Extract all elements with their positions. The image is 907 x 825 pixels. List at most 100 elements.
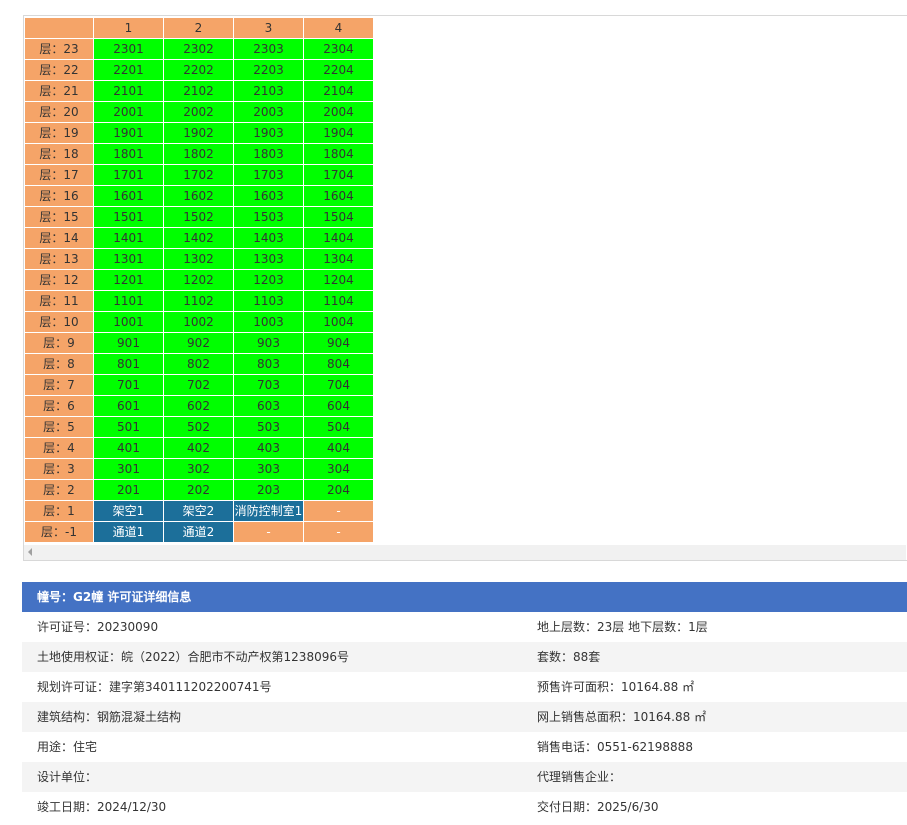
unit-cell[interactable]: 1803 — [233, 143, 304, 165]
unit-cell[interactable]: 204 — [303, 479, 374, 501]
unit-cell[interactable]: 202 — [163, 479, 234, 501]
unit-cell[interactable]: 2301 — [93, 38, 164, 60]
unit-cell[interactable]: 1702 — [163, 164, 234, 186]
unit-cell[interactable]: 1704 — [303, 164, 374, 186]
unit-cell[interactable]: 903 — [233, 332, 304, 354]
floor-row: 层：2 201 202 203 204 — [24, 479, 374, 501]
unit-cell[interactable]: 1701 — [93, 164, 164, 186]
unit-cell[interactable]: 1403 — [233, 227, 304, 249]
unit-cell[interactable]: 701 — [93, 374, 164, 396]
unit-cell[interactable]: 1001 — [93, 311, 164, 333]
unit-cell[interactable]: 2003 — [233, 101, 304, 123]
unit-cell[interactable]: 703 — [233, 374, 304, 396]
unit-cell[interactable]: 1004 — [303, 311, 374, 333]
horizontal-scrollbar[interactable] — [24, 545, 906, 560]
unit-cell[interactable]: 2303 — [233, 38, 304, 60]
unit-cell[interactable]: 804 — [303, 353, 374, 375]
unit-cell[interactable]: 1302 — [163, 248, 234, 270]
unit-cell[interactable]: 1204 — [303, 269, 374, 291]
unit-cell[interactable]: 2302 — [163, 38, 234, 60]
unit-cell[interactable]: 1301 — [93, 248, 164, 270]
unit-cell[interactable]: 2103 — [233, 80, 304, 102]
unit-cell[interactable]: 401 — [93, 437, 164, 459]
unit-cell[interactable]: 1202 — [163, 269, 234, 291]
unit-cell[interactable]: 1401 — [93, 227, 164, 249]
unit-cell[interactable]: 201 — [93, 479, 164, 501]
unit-cell[interactable]: 1402 — [163, 227, 234, 249]
unit-cell[interactable]: 501 — [93, 416, 164, 438]
unit-cell[interactable]: 904 — [303, 332, 374, 354]
unit-cell[interactable]: 404 — [303, 437, 374, 459]
unit-cell[interactable]: 1103 — [233, 290, 304, 312]
unit-cell[interactable]: 1404 — [303, 227, 374, 249]
unit-cell[interactable]: 304 — [303, 458, 374, 480]
unit-cell[interactable]: 1703 — [233, 164, 304, 186]
permit-info-panel: 幢号：G2幢 许可证详细信息 许可证号：20230090 地上层数：23层 地下层… — [22, 582, 907, 822]
floor-row: 层：21 2101 2102 2103 2104 — [24, 80, 374, 102]
unit-cell[interactable]: 2104 — [303, 80, 374, 102]
unit-cell[interactable]: 301 — [93, 458, 164, 480]
unit-cell[interactable]: 1604 — [303, 185, 374, 207]
unit-cell[interactable]: 504 — [303, 416, 374, 438]
unit-cell[interactable]: 1901 — [93, 122, 164, 144]
unit-cell[interactable]: 502 — [163, 416, 234, 438]
unit-cell[interactable]: 801 — [93, 353, 164, 375]
unit-cell[interactable]: 1303 — [233, 248, 304, 270]
unit-cell[interactable]: 1503 — [233, 206, 304, 228]
unit-cell[interactable]: 1903 — [233, 122, 304, 144]
unit-cell[interactable]: 2001 — [93, 101, 164, 123]
unit-cell[interactable]: 1003 — [233, 311, 304, 333]
unit-cell[interactable]: 1002 — [163, 311, 234, 333]
unit-cell[interactable]: 1804 — [303, 143, 374, 165]
unit-cell[interactable]: 1504 — [303, 206, 374, 228]
unit-cell[interactable]: 702 — [163, 374, 234, 396]
info-right-field: 销售电话：0551-62198888 — [537, 740, 693, 754]
unit-cell[interactable]: 1601 — [93, 185, 164, 207]
unit-cell[interactable]: 1603 — [233, 185, 304, 207]
unit-cell[interactable]: 通道1 — [93, 521, 164, 543]
unit-cell[interactable]: 1203 — [233, 269, 304, 291]
unit-cell[interactable]: 1902 — [163, 122, 234, 144]
scroll-left-arrow-icon[interactable] — [28, 548, 32, 556]
unit-cell[interactable]: 架空2 — [163, 500, 234, 522]
unit-cell[interactable]: 2101 — [93, 80, 164, 102]
unit-cell[interactable]: 1802 — [163, 143, 234, 165]
unit-cell[interactable]: 604 — [303, 395, 374, 417]
unit-cell[interactable]: 1104 — [303, 290, 374, 312]
unit-cell[interactable]: 902 — [163, 332, 234, 354]
unit-cell[interactable]: 1602 — [163, 185, 234, 207]
unit-cell[interactable]: 303 — [233, 458, 304, 480]
unit-cell[interactable]: 503 — [233, 416, 304, 438]
floor-row: 层：18 1801 1802 1803 1804 — [24, 143, 374, 165]
unit-cell[interactable]: 203 — [233, 479, 304, 501]
unit-cell[interactable]: 2203 — [233, 59, 304, 81]
unit-cell[interactable]: 消防控制室1 — [233, 500, 304, 522]
unit-cell[interactable]: 1102 — [163, 290, 234, 312]
unit-cell[interactable]: 1501 — [93, 206, 164, 228]
unit-cell[interactable]: 402 — [163, 437, 234, 459]
unit-cell[interactable]: 2002 — [163, 101, 234, 123]
unit-cell[interactable]: 901 — [93, 332, 164, 354]
unit-cell[interactable]: 602 — [163, 395, 234, 417]
unit-cell[interactable]: 1904 — [303, 122, 374, 144]
unit-cell[interactable]: 2304 — [303, 38, 374, 60]
unit-cell[interactable]: 302 — [163, 458, 234, 480]
unit-cell[interactable]: 1304 — [303, 248, 374, 270]
unit-cell[interactable]: 2202 — [163, 59, 234, 81]
unit-cell[interactable]: 603 — [233, 395, 304, 417]
unit-cell[interactable]: 1502 — [163, 206, 234, 228]
unit-cell[interactable]: 601 — [93, 395, 164, 417]
unit-cell[interactable]: 2201 — [93, 59, 164, 81]
unit-cell[interactable]: 2102 — [163, 80, 234, 102]
unit-cell[interactable]: 2204 — [303, 59, 374, 81]
unit-cell[interactable]: 704 — [303, 374, 374, 396]
unit-cell[interactable]: 803 — [233, 353, 304, 375]
unit-cell[interactable]: 1801 — [93, 143, 164, 165]
unit-cell[interactable]: 1201 — [93, 269, 164, 291]
unit-cell[interactable]: 403 — [233, 437, 304, 459]
unit-cell[interactable]: 通道2 — [163, 521, 234, 543]
unit-cell[interactable]: 架空1 — [93, 500, 164, 522]
unit-cell[interactable]: 2004 — [303, 101, 374, 123]
unit-cell[interactable]: 1101 — [93, 290, 164, 312]
unit-cell[interactable]: 802 — [163, 353, 234, 375]
